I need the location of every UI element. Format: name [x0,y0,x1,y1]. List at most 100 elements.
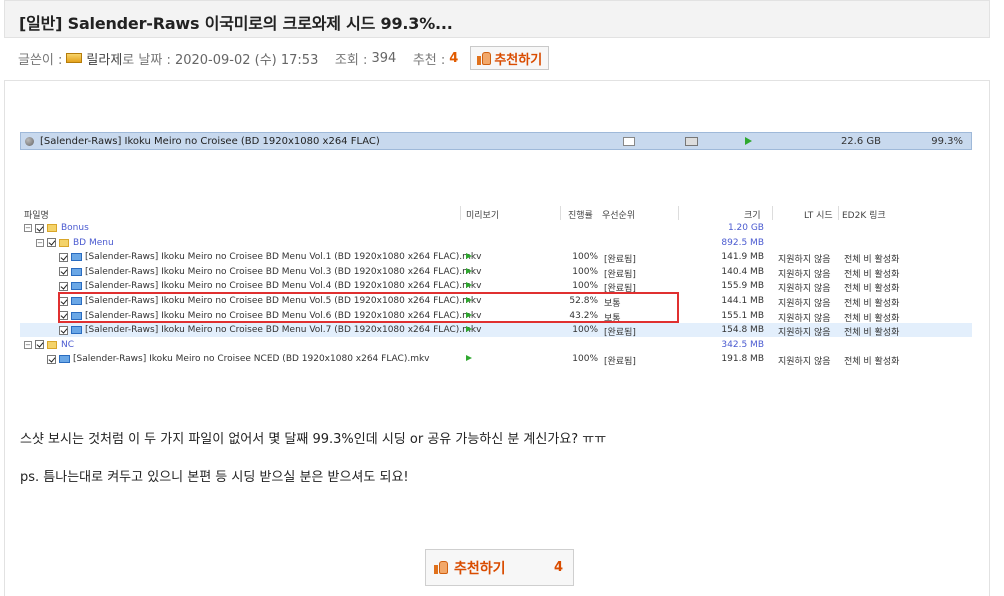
post-date: 2020-09-02 (수) 17:53 [174,52,319,68]
file-size: 342.5 MB [721,339,764,350]
file-row[interactable]: [Salender-Raws] Ikoku Meiro no Croisee B… [20,265,972,280]
checkbox[interactable] [59,267,68,277]
bottom-recommend-button[interactable]: 추천하기 4 [425,549,574,586]
checkbox[interactable] [47,354,56,364]
body-line-2: ps. 틈나는대로 켜두고 있으니 본편 등 시딩 받으실 분은 받으셔도 되요… [20,470,409,485]
file-row[interactable]: [Salender-Raws] Ikoku Meiro no Croisee B… [20,323,972,339]
status-dot-icon [25,136,34,146]
play-icon[interactable] [466,282,472,289]
play-icon[interactable] [466,253,472,260]
checkbox[interactable] [59,325,68,335]
file-size: 140.4 MB [721,266,764,277]
video-file-icon [71,326,82,335]
file-lt: 지원하지 않음 [778,269,831,280]
checkbox[interactable] [59,281,68,291]
member-level-icon [66,53,83,63]
file-progress: 100% [572,266,598,277]
file-ed: 전체 비 활성화 [844,269,900,280]
torrent-row: [Salender-Raws] Ikoku Meiro no Croisee (… [20,132,972,150]
file-ed: 전체 비 활성화 [844,313,900,324]
file-size: 1.20 GB [727,223,764,233]
file-priority: [완료됨] [604,357,636,368]
file-row[interactable]: − NC 342.5 MB [20,338,972,352]
file-lt: 지원하지 않음 [778,313,831,324]
video-file-icon [71,282,82,291]
file-name: [Salender-Raws] Ikoku Meiro no Croisee B… [85,252,482,263]
file-row[interactable]: [Salender-Raws] Ikoku Meiro no Croisee B… [20,250,972,266]
post-meta: 글쓴이 : 릴라제 로 날짜 : 2020-09-02 (수) 17:53 조회… [18,44,550,72]
rec-count: 4 [449,50,459,66]
torrent-progress: 99.3% [931,136,963,147]
checkbox[interactable] [47,238,56,248]
rec-label: 추천 : [412,52,446,68]
header-preview: 미리보기 [466,211,500,221]
file-lt: 지원하지 않음 [778,284,831,295]
play-icon[interactable] [466,326,472,333]
post-title: [일반] Salender-Raws 이국미로의 크로와제 시드 99.3%..… [19,14,453,33]
window-icon [685,137,698,146]
file-row[interactable]: − Bonus 1.20 GB [20,221,972,235]
play-icon[interactable] [466,267,472,274]
file-name: NC [61,339,75,350]
file-progress: 100% [572,354,598,365]
play-icon [745,137,752,145]
file-size: 144.1 MB [721,296,764,306]
file-size: 892.5 MB [721,237,764,248]
folder-icon [47,340,57,349]
views-label: 조회 : [334,52,368,68]
header-name: 파일명 [24,211,49,221]
highlight-box [58,292,679,323]
collapse-icon[interactable]: − [24,224,32,232]
torrent-size: 22.6 GB [840,136,881,147]
video-file-icon [71,253,82,262]
file-name: [Salender-Raws] Ikoku Meiro no Croisee B… [85,266,482,277]
author-name[interactable]: 릴라제 [86,49,122,68]
checkbox[interactable] [35,340,44,350]
file-name: [Salender-Raws] Ikoku Meiro no Croisee B… [85,325,482,336]
collapse-icon[interactable]: − [24,340,32,349]
file-size: 155.9 MB [721,281,764,292]
file-progress: 100% [572,281,598,292]
checkbox[interactable] [35,223,44,233]
body-line-1: 스샷 보시는 것처럼 이 두 가지 파일이 없어서 몇 달째 99.3%인데 시… [20,432,607,447]
recommend-button[interactable]: 추천하기 [470,46,550,70]
header-progress: 진행률 [568,211,593,221]
file-size: 191.8 MB [721,354,764,365]
file-lt: 지원하지 않음 [778,299,831,309]
file-ed: 전체 비 활성화 [844,328,900,339]
file-name: [Salender-Raws] Ikoku Meiro no Croisee N… [73,354,430,365]
file-list-header: 파일명 미리보기 진행률 우선순위 크기 LT 시드 ED2K 링크 [20,206,972,222]
file-priority: [완료됨] [604,255,636,266]
file-name: Bonus [61,223,89,233]
file-row[interactable]: [Salender-Raws] Ikoku Meiro no Croisee N… [20,352,972,368]
author-label: 글쓴이 : [18,52,63,68]
thumbs-up-icon [434,561,448,574]
header-priority: 우선순위 [602,211,636,221]
video-file-icon [59,355,70,364]
play-icon[interactable] [466,355,472,362]
file-priority: [완료됨] [604,269,636,280]
header-ed2k: ED2K 링크 [842,211,886,221]
date-label: 로 날짜 : [122,52,171,68]
file-ed: 전체 비 활성화 [844,255,900,266]
file-row[interactable]: − BD Menu 892.5 MB [20,236,972,250]
recommend-button-label: 추천하기 [494,52,543,68]
header-size: 크기 [744,211,761,221]
file-priority: [완료됨] [604,328,636,339]
views-count: 394 [371,50,397,66]
file-size: 155.1 MB [721,310,764,321]
file-size: 154.8 MB [721,325,764,336]
file-ed: 전체 비 활성화 [844,284,900,295]
video-file-icon [71,267,82,276]
file-progress: 100% [572,325,598,336]
file-name: BD Menu [73,237,114,248]
torrent-name: [Salender-Raws] Ikoku Meiro no Croisee (… [40,135,380,147]
checkbox[interactable] [59,252,68,262]
collapse-icon[interactable]: − [36,238,44,247]
file-size: 141.9 MB [721,252,764,263]
folder-icon [47,224,57,232]
mail-icon [623,137,635,146]
bottom-recommend-label: 추천하기 [454,560,506,577]
file-name: [Salender-Raws] Ikoku Meiro no Croisee B… [85,281,482,292]
post-title-bar: [일반] Salender-Raws 이국미로의 크로와제 시드 99.3%..… [4,0,990,38]
